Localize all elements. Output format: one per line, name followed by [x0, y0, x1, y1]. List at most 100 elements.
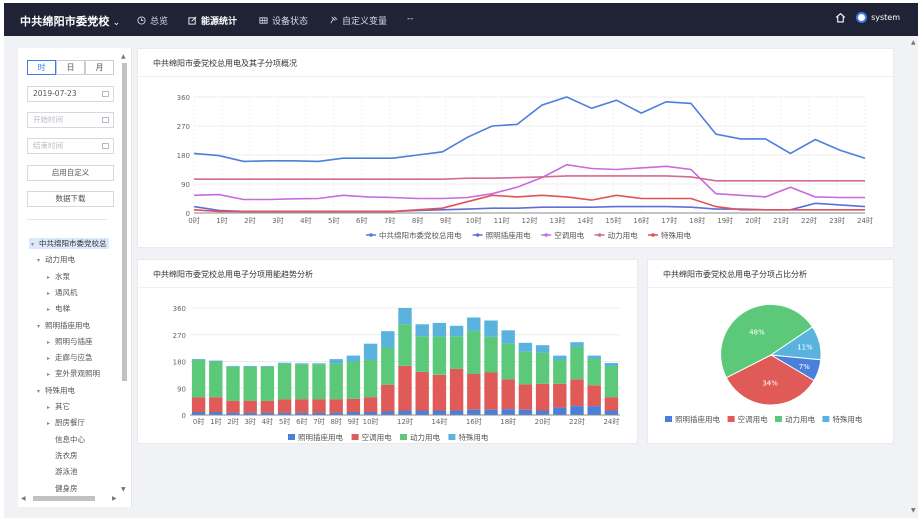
tree-item-label: 健身房 — [55, 483, 78, 493]
bar-segment — [329, 363, 343, 400]
tree-item[interactable]: ▾ 照明插座用电 — [37, 320, 90, 331]
sidebar-vertical-scrollbar[interactable]: ▲ ▼ — [120, 53, 128, 501]
brand-dropdown[interactable]: 中共绵阳市委党校 ⌄ — [20, 13, 120, 29]
caret-right-icon[interactable]: ▸ — [47, 355, 55, 362]
caret-down-icon[interactable]: ▾ — [37, 257, 45, 264]
tree-item[interactable]: ▸ 通风机 — [47, 287, 78, 298]
tab-month[interactable]: 月 — [85, 60, 114, 75]
clock-icon — [137, 16, 146, 25]
legend-label: 照明插座用电 — [675, 414, 720, 424]
sidebar-horizontal-scrollbar[interactable]: ◀ ▶ — [21, 495, 121, 503]
caret-right-icon[interactable]: ▸ — [47, 274, 55, 281]
legend-swatch — [597, 233, 602, 237]
caret-right-icon[interactable]: ▸ — [47, 339, 55, 346]
tree-item[interactable]: ▸ 厨房餐厅 — [47, 417, 85, 428]
nav-energy-stats[interactable]: 能源统计 — [188, 14, 237, 27]
bar-segment — [209, 360, 223, 362]
tree-item[interactable]: ▾ 中共绵阳市委党校总 — [29, 238, 109, 249]
pin-icon — [330, 16, 338, 24]
scroll-down-icon[interactable]: ▼ — [121, 486, 126, 493]
download-data-button[interactable]: 数据下载 — [27, 191, 114, 207]
tree-item-label: 洗衣房 — [55, 450, 78, 460]
tree-item[interactable]: ▾ 特殊用电 — [37, 385, 75, 396]
enable-custom-button[interactable]: 启用自定义 — [27, 165, 114, 181]
avatar[interactable] — [856, 12, 868, 23]
legend-item[interactable]: 中共绵阳市委党校总用电 — [366, 230, 462, 240]
bar-segment — [535, 410, 550, 415]
legend-swatch — [651, 233, 655, 237]
legend-item[interactable]: 动力用电 — [775, 414, 815, 424]
scroll-up-icon[interactable]: ▲ — [911, 39, 916, 46]
x-tick-label: 1时 — [216, 216, 227, 225]
legend-item[interactable]: 特殊用电 — [822, 414, 863, 424]
legend-item[interactable]: 照明插座用电 — [288, 432, 343, 442]
bar-segment — [501, 409, 515, 415]
legend-item[interactable]: 照明插座用电 — [472, 230, 531, 240]
bar-segment — [535, 383, 550, 411]
page-vertical-scrollbar[interactable]: ▲ ▼ — [910, 39, 918, 517]
scroll-right-icon[interactable]: ▶ — [112, 495, 117, 502]
nav-custom-variables[interactable]: 自定义变量 — [329, 14, 387, 27]
tab-hour[interactable]: 时 — [27, 60, 56, 75]
legend-item[interactable]: 动力用电 — [400, 432, 440, 442]
caret-right-icon[interactable]: ▸ — [47, 420, 55, 427]
scroll-left-icon[interactable]: ◀ — [21, 495, 26, 502]
caret-down-icon[interactable]: ▾ — [37, 388, 45, 395]
nav-label: -- — [407, 14, 414, 24]
bar-segment — [415, 371, 429, 411]
date-picker[interactable]: 2019-07-23 — [27, 86, 114, 102]
legend-item[interactable]: 照明插座用电 — [665, 414, 720, 424]
caret-right-icon[interactable]: ▸ — [47, 404, 55, 411]
tree-item[interactable]: ▸ 水泵 — [47, 271, 70, 282]
bar-segment — [553, 407, 567, 415]
username[interactable]: system — [871, 13, 900, 22]
bar-segment — [312, 363, 326, 365]
tree-item[interactable]: ▸ 其它 — [47, 401, 70, 412]
legend-item[interactable]: 特殊用电 — [448, 432, 489, 442]
tree-item[interactable]: ▾ 动力用电 — [37, 254, 75, 265]
nav-overview[interactable]: 总览 — [137, 14, 168, 27]
bar-segment — [449, 336, 464, 369]
bar-segment — [449, 368, 464, 411]
scroll-thumb[interactable] — [122, 63, 127, 381]
bar-segment — [518, 409, 533, 415]
line-chart: 0901802703600时 1时 2时 3时 4时 5时 6时 7时 8时 9时 10时 11时 12… — [177, 94, 873, 240]
scroll-down-icon[interactable]: ▼ — [911, 507, 916, 514]
legend-item[interactable]: 空调用电 — [351, 432, 392, 442]
caret-right-icon[interactable]: ▸ — [47, 290, 55, 297]
caret-right-icon[interactable]: ▸ — [47, 371, 55, 378]
caret-down-icon[interactable]: ▾ — [37, 323, 45, 330]
legend-item[interactable]: 空调用电 — [727, 414, 768, 424]
tree-item[interactable]: 游泳池 — [47, 466, 78, 477]
x-tick-label: 23时 — [829, 216, 845, 225]
tree-item[interactable]: ▸ 室外景观照明 — [47, 368, 100, 379]
app-window: 中共绵阳市委党校⌄ 总览 能源统计 设备状态 自定义变量 -- system — [4, 3, 918, 518]
calendar-icon — [102, 143, 109, 149]
tree-item[interactable]: ▸ 电梯 — [47, 303, 70, 314]
bar-segment — [191, 397, 206, 413]
home-icon[interactable] — [835, 12, 846, 23]
sidebar: 时 日 月 2019-07-23 开始时间 结束时间 启用自定义 数据下载 ▾ 中… — [18, 48, 132, 507]
bar-segment — [449, 325, 464, 337]
scroll-up-icon[interactable]: ▲ — [121, 53, 126, 60]
nav-more[interactable]: -- — [407, 14, 414, 24]
start-time-input[interactable]: 开始时间 — [27, 112, 114, 128]
tree-item[interactable]: ▸ 照明与插座 — [47, 336, 93, 347]
legend-item[interactable]: 特殊用电 — [648, 230, 691, 240]
tree-item-label: 电梯 — [55, 304, 70, 314]
y-tick-label: 180 — [177, 152, 190, 160]
bar-segment — [501, 379, 515, 409]
tree-item[interactable]: 信息中心 — [47, 434, 85, 445]
end-time-input[interactable]: 结束时间 — [27, 138, 114, 154]
tree-item[interactable]: ▸ 走廊与应急 — [47, 352, 93, 363]
tree-item[interactable]: 健身房 — [47, 483, 78, 494]
caret-down-icon[interactable]: ▾ — [31, 241, 39, 248]
legend-item[interactable]: 动力用电 — [594, 230, 638, 240]
tab-day[interactable]: 日 — [56, 60, 85, 75]
scroll-thumb[interactable] — [33, 496, 95, 501]
tree-item[interactable]: 洗衣房 — [47, 450, 78, 461]
nav-label: 总览 — [150, 17, 169, 27]
nav-device-status[interactable]: 设备状态 — [259, 14, 308, 27]
caret-right-icon[interactable]: ▸ — [47, 306, 55, 313]
legend-item[interactable]: 空调用电 — [541, 230, 585, 240]
